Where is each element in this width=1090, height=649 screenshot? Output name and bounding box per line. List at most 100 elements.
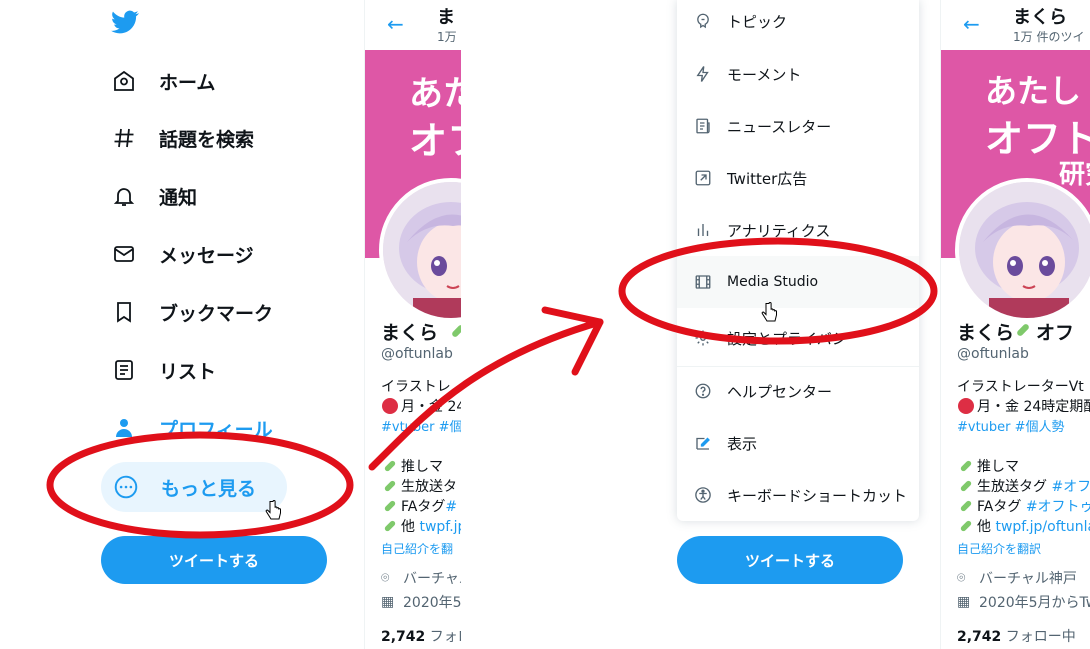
profile-name-suffix: オフ — [1036, 322, 1075, 344]
bio-line-2: 月・金 24 — [401, 399, 461, 415]
fa-tag-label: FAタグ — [977, 499, 1022, 515]
nav-messages[interactable]: メッセージ — [110, 230, 254, 278]
bio-line-2: 月・金 24時定期配 — [977, 399, 1090, 415]
stream-tag-label: 生放送タグ — [977, 479, 1047, 495]
ads-icon — [693, 168, 713, 188]
accessibility-icon — [693, 485, 713, 505]
bio-oshimark: 推しマ — [401, 459, 443, 475]
bell-icon — [110, 182, 138, 210]
nav-explore-label: 話題を検索 — [159, 128, 255, 151]
bandage-emoji-icon — [449, 322, 461, 344]
menu-item-twitter-ads[interactable]: Twitter広告 — [677, 152, 919, 204]
banner-text-2: オフ — [409, 119, 461, 163]
location-icon: ⌾ — [381, 570, 390, 586]
menu-item-label: Media Studio — [727, 274, 819, 290]
bookmark-icon — [110, 298, 138, 326]
tweet-button[interactable]: ツイートする — [101, 536, 327, 584]
nav-home-label: ホーム — [159, 71, 216, 94]
moment-icon — [693, 64, 713, 84]
profile-name-text: まくら — [957, 322, 1015, 344]
header-name: ま — [437, 7, 455, 28]
menu-item-label: キーボードショートカット — [727, 486, 908, 505]
tweet-button-2[interactable]: ツイートする — [677, 536, 903, 584]
menu-item-label: 設定とプライバシ — [727, 329, 847, 348]
translate-bio-link[interactable]: 自己紹介を翻訳 — [957, 540, 1041, 557]
menu-item-analytics[interactable]: アナリティクス — [677, 204, 919, 256]
menu-item-keyboard-shortcuts[interactable]: キーボードショートカット — [677, 469, 919, 521]
menu-item-moments[interactable]: モーメント — [677, 48, 919, 100]
menu-item-display[interactable]: 表示 — [677, 417, 919, 469]
bio-line-1: イラストレ — [381, 379, 451, 395]
twpf-link[interactable]: twpf.jp — [419, 519, 461, 535]
nav-lists-label: リスト — [159, 360, 217, 383]
translate-bio-link[interactable]: 自己紹介を翻 — [381, 540, 453, 557]
bandage-emoji-icon — [958, 478, 974, 498]
help-icon — [693, 381, 713, 401]
profile-panel-left: ← ま 1万 あた オフ まくら @oftunlab イラストレ 月・金 24 … — [364, 0, 461, 649]
menu-item-topics[interactable]: トピック — [677, 0, 919, 47]
nav-home[interactable]: ホーム — [110, 57, 215, 105]
menu-item-help-center[interactable]: ヘルプセンター — [677, 365, 919, 417]
profile-name: まくら オフ — [957, 318, 1074, 345]
mail-icon — [110, 240, 138, 268]
location-icon: ⌾ — [957, 570, 966, 586]
bio-line-1: イラストレーターVt — [957, 379, 1084, 395]
menu-item-label: 表示 — [727, 434, 758, 453]
bio-other: 他 twpf.jp/oftunla — [977, 516, 1090, 536]
location: ⌾ バーチャル — [381, 568, 461, 588]
twitter-logo-icon[interactable] — [111, 8, 139, 36]
annotation-arrow-head — [541, 306, 604, 376]
nav-profile[interactable]: プロフィール — [110, 404, 273, 452]
banner-text-3: 研究 — [1059, 160, 1090, 190]
nav-bookmarks-label: ブックマーク — [159, 302, 274, 325]
join-date-text: 2020年5 — [403, 595, 461, 611]
nav-lists[interactable]: リスト — [110, 346, 216, 394]
more-circle-icon — [112, 473, 140, 501]
nav-more[interactable]: もっと見る — [112, 463, 256, 511]
location: ⌾ バーチャル神戸 — [957, 568, 1077, 588]
following-count[interactable]: 2,742 フォロ — [381, 626, 461, 646]
calendar-icon: ▦ — [381, 594, 395, 610]
nav-explore[interactable]: 話題を検索 — [110, 114, 254, 162]
bio-fa-tag: FAタグ# — [401, 496, 457, 516]
topic-icon — [693, 11, 713, 31]
nav-profile-label: プロフィール — [159, 418, 273, 441]
banner-text-1: あたし — [985, 72, 1082, 110]
fa-tag-link[interactable]: # — [445, 499, 457, 515]
bandage-emoji-icon — [382, 478, 398, 498]
nav-bookmarks[interactable]: ブックマーク — [110, 288, 273, 336]
following-label: フォロ — [429, 629, 461, 645]
menu-item-settings[interactable]: 設定とプライバシ — [677, 312, 919, 364]
nav-notifications[interactable]: 通知 — [110, 172, 197, 220]
bio-oshimark: 推しマ — [977, 459, 1019, 475]
back-arrow-icon[interactable]: ← — [387, 12, 404, 36]
profile-panel-right: ← まくら 1万 件のツイ あたし オフト 研究 まくらオフ @oftunlab… — [940, 0, 1090, 649]
menu-item-media-studio[interactable]: Media Studio — [677, 256, 919, 308]
stream-tag-link[interactable]: #オフ — [1051, 479, 1090, 495]
list-icon — [110, 356, 138, 384]
bio-hashtags[interactable]: #vtuber #個人勢 — [957, 416, 1065, 435]
bandage-emoji-icon — [382, 498, 398, 518]
fa-tag-label: FAタグ — [401, 499, 446, 515]
more-menu: トピック モーメント ニュースレター Twitter広告 アナリティクス Med… — [677, 0, 919, 521]
twpf-link[interactable]: twpf.jp/oftunla — [995, 519, 1090, 535]
banner-text-1: あた — [409, 74, 461, 114]
join-date: ▦ 2020年5 — [381, 592, 461, 612]
bio-hashtags[interactable]: #vtuber #個 — [381, 416, 461, 435]
fa-tag-link[interactable]: #オフトゥ — [1026, 499, 1090, 515]
avatar[interactable] — [955, 178, 1090, 322]
bandage-emoji-icon — [958, 518, 974, 538]
hashtag-icon — [110, 124, 138, 152]
bio-stream-tag: 生放送タ — [401, 479, 457, 495]
header-tweet-count: 1万 — [437, 30, 457, 44]
bandage-emoji-icon — [1014, 321, 1036, 344]
menu-item-newsletters[interactable]: ニュースレター — [677, 100, 919, 152]
newsletter-icon — [693, 116, 713, 136]
profile-name: まくら — [381, 322, 439, 344]
menu-item-label: ヘルプセンター — [727, 382, 833, 401]
home-icon — [110, 67, 138, 95]
following-count[interactable]: 2,742 フォロー中 — [957, 626, 1076, 646]
back-arrow-icon[interactable]: ← — [963, 12, 980, 36]
red-circle-emoji-icon — [382, 398, 398, 414]
join-date: ▦ 2020年5月からTw — [957, 592, 1090, 612]
